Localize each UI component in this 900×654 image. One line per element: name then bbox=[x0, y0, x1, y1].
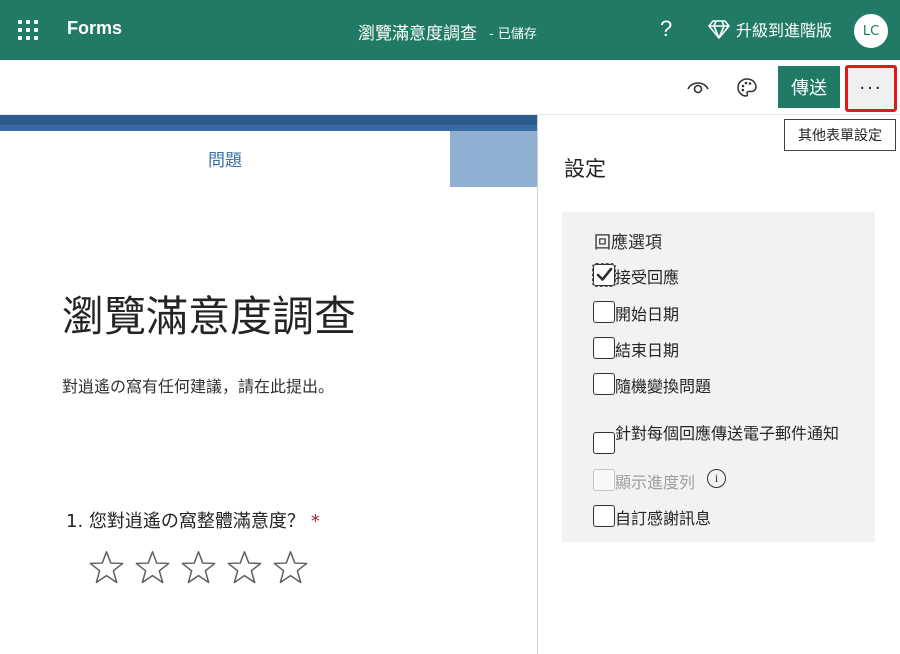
option-label: 開始日期 bbox=[615, 305, 680, 324]
upgrade-label: 升級到進階版 bbox=[736, 21, 833, 40]
app-launcher-icon[interactable] bbox=[18, 20, 38, 40]
shuffle-questions-checkbox[interactable] bbox=[593, 373, 615, 395]
form-description[interactable]: 對逍遙の窩有任何建議，請在此提出。 bbox=[62, 373, 334, 397]
option-label: 隨機變換問題 bbox=[615, 377, 712, 396]
required-marker: * bbox=[310, 511, 320, 532]
preview-eye-icon[interactable] bbox=[686, 77, 710, 97]
response-options-title: 回應選項 bbox=[594, 233, 662, 253]
option-custom-thank-you[interactable]: 自訂感謝訊息 bbox=[593, 505, 711, 529]
option-label: 結束日期 bbox=[615, 341, 680, 360]
form-title[interactable]: 瀏覽滿意度調查 bbox=[62, 283, 356, 344]
settings-title: 設定 bbox=[564, 157, 606, 181]
more-options-tooltip: 其他表單設定 bbox=[784, 119, 896, 151]
rating-star-5-icon[interactable] bbox=[272, 549, 309, 586]
question-1-rating bbox=[88, 549, 309, 586]
option-label: 接受回應 bbox=[615, 268, 680, 287]
rating-star-4-icon[interactable] bbox=[226, 549, 263, 586]
more-options-button[interactable]: ··· bbox=[845, 65, 897, 112]
option-label: 顯示進度列 bbox=[615, 473, 696, 492]
option-end-date[interactable]: 結束日期 bbox=[593, 337, 679, 361]
app-header: Forms 瀏覽滿意度調查 - 已儲存 ? 升級到進階版 LC bbox=[0, 0, 900, 60]
form-tabs: 問題 bbox=[0, 131, 537, 187]
tab-responses[interactable] bbox=[450, 131, 537, 187]
checkmark-icon bbox=[596, 267, 613, 281]
form-canvas: 問題 瀏覽滿意度調查 對逍遙の窩有任何建議，請在此提出。 1. 您對逍遙の窩整體… bbox=[0, 115, 537, 654]
tab-questions-label: 問題 bbox=[208, 150, 242, 171]
start-date-checkbox[interactable] bbox=[593, 301, 615, 323]
option-show-progress-bar: 顯示進度列 i bbox=[593, 469, 727, 493]
option-label: 自訂感謝訊息 bbox=[615, 509, 712, 528]
help-button[interactable]: ? bbox=[660, 16, 672, 42]
option-start-date[interactable]: 開始日期 bbox=[593, 301, 679, 325]
avatar[interactable]: LC bbox=[852, 12, 890, 50]
tab-questions[interactable]: 問題 bbox=[0, 131, 450, 185]
question-1-label[interactable]: 1. 您對逍遙の窩整體滿意度？ * bbox=[66, 507, 320, 533]
question-1-text: 1. 您對逍遙の窩整體滿意度？ bbox=[66, 511, 305, 532]
theme-palette-icon[interactable] bbox=[735, 76, 759, 100]
rating-star-3-icon[interactable] bbox=[180, 549, 217, 586]
upgrade-button[interactable]: 升級到進階版 bbox=[708, 17, 832, 41]
email-notification-checkbox[interactable] bbox=[593, 432, 615, 454]
option-label: 針對每個回應傳送電子郵件通知 bbox=[615, 424, 840, 443]
diamond-icon bbox=[708, 20, 730, 39]
accept-responses-checkbox[interactable] bbox=[592, 263, 616, 287]
app-name[interactable]: Forms bbox=[67, 18, 122, 39]
document-title[interactable]: 瀏覽滿意度調查 bbox=[358, 19, 477, 44]
option-accept-responses[interactable]: 接受回應 bbox=[592, 263, 680, 288]
form-toolbar: 傳送 ··· bbox=[0, 60, 900, 115]
send-button[interactable]: 傳送 bbox=[778, 66, 840, 108]
show-progress-bar-checkbox bbox=[593, 469, 615, 491]
custom-thank-you-checkbox[interactable] bbox=[593, 505, 615, 527]
rating-star-2-icon[interactable] bbox=[134, 549, 171, 586]
info-icon[interactable]: i bbox=[707, 469, 727, 488]
settings-panel: 設定 回應選項 接受回應 開始日期 結束日期 隨機變換問題 針對每個回應傳送電子… bbox=[537, 115, 900, 654]
option-email-notification[interactable]: 針對每個回應傳送電子郵件通知 bbox=[593, 424, 840, 456]
option-shuffle-questions[interactable]: 隨機變換問題 bbox=[593, 373, 711, 397]
save-status: - 已儲存 bbox=[489, 27, 537, 42]
rating-star-1-icon[interactable] bbox=[88, 549, 125, 586]
end-date-checkbox[interactable] bbox=[593, 337, 615, 359]
response-options-section: 回應選項 接受回應 開始日期 結束日期 隨機變換問題 針對每個回應傳送電子郵件通… bbox=[562, 212, 875, 542]
